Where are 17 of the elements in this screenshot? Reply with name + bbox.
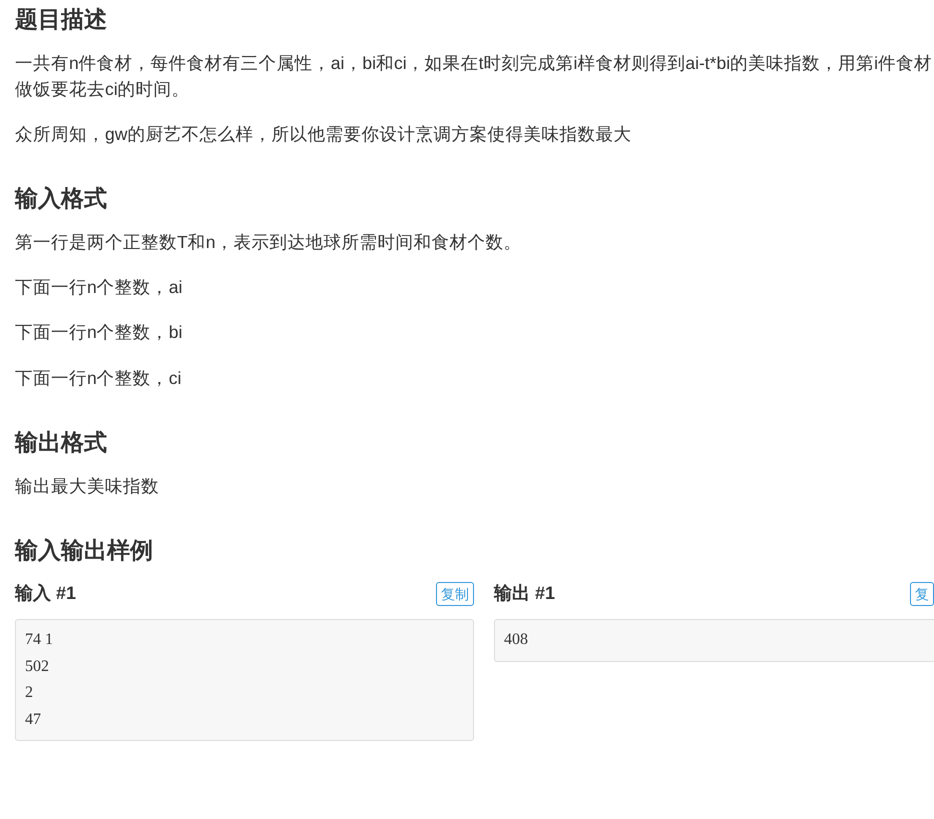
sample-code-block: 408 (494, 619, 934, 662)
section-heading: 题目描述 (15, 6, 108, 34)
copy-button[interactable]: 复制 (436, 582, 474, 606)
paragraph: 众所周知，gw的厨艺不怎么样，所以他需要你设计烹调方案使得美味指数最大 (15, 123, 632, 146)
paragraph: 输出最大美味指数 (15, 474, 160, 498)
paragraph: 第一行是两个正整数T和n，表示到达地球所需时间和食材个数。 (15, 230, 522, 254)
section-heading: 输入格式 (15, 185, 108, 213)
paragraph: 一共有n件食材，每件食材有三个属性，ai，bi和ci，如果在t时刻完成第i样食材则得到ai-t*bi的美味指数，用第i件食材做饭要花去ci的时间。 (15, 52, 933, 101)
section-heading: 输入输出样例 (15, 536, 154, 564)
paragraph: 下面一行n个整数，ai (15, 276, 184, 300)
sample-code-block: 74 1 502 2 47 (15, 619, 474, 742)
paragraph: 下面一行n个整数，bi (15, 321, 184, 344)
section-heading: 输出格式 (15, 428, 108, 457)
sample-label: 输入 #1 (15, 582, 76, 606)
sample-label: 输出 #1 (494, 582, 556, 606)
paragraph: 下面一行n个整数，ci (15, 366, 182, 390)
copy-button[interactable]: 复 (910, 582, 934, 606)
